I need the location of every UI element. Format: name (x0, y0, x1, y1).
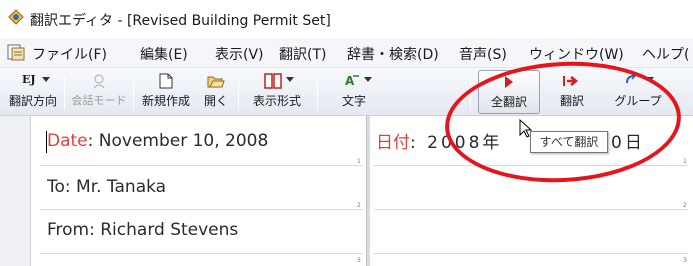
chevron-down-icon (286, 77, 294, 82)
text-format-icon: A (345, 74, 359, 88)
segment-number: 1 (683, 158, 687, 165)
group-button[interactable]: グループ (602, 70, 674, 114)
source-line[interactable]: To: Mr. Tanaka (47, 177, 166, 197)
display-format-icon (264, 73, 282, 89)
menu-help[interactable]: ヘルプ( (642, 44, 689, 64)
new-document-icon (159, 73, 173, 89)
toolbar-separator (133, 76, 134, 110)
document-menu-icon[interactable] (7, 44, 25, 61)
new-document-label: 新規作成 (141, 94, 190, 108)
display-format-label: 表示形式 (252, 94, 301, 108)
segment-separator (40, 209, 363, 210)
segment-number: 3 (683, 257, 687, 264)
menu-edit[interactable]: 編集(E) (140, 44, 188, 64)
menu-speech[interactable]: 音声(S) (459, 44, 507, 64)
toolbar-separator (470, 76, 471, 110)
source-line[interactable]: From: Richard Stevens (47, 220, 238, 240)
segment-separator (40, 165, 363, 166)
segment-number: 1 (357, 158, 361, 165)
segment-separator (374, 253, 688, 254)
translation-direction-button[interactable]: EJ 翻訳方向 (4, 70, 62, 114)
translate-all-button[interactable]: 全翻訳 (478, 70, 540, 114)
conversation-mode-icon (93, 74, 105, 89)
title-bar: 翻訳エディタ - [Revised Building Permit Set] (0, 0, 693, 38)
text-button[interactable]: A 文字 (322, 70, 386, 114)
target-line-tail: 0日 (611, 133, 645, 153)
translate-arrow-icon (563, 76, 579, 86)
editor-gutter (0, 116, 31, 266)
conversation-mode-label: 会話モード (71, 94, 127, 107)
chevron-down-icon (646, 77, 654, 82)
menu-window[interactable]: ウィンドウ(W) (529, 44, 624, 64)
conversation-mode-button[interactable]: 会話モード (68, 70, 130, 114)
translation-direction-label: 翻訳方向 (8, 94, 57, 108)
translate-button[interactable]: 翻訳 (546, 70, 598, 114)
target-line-text: : 2008年 (410, 133, 503, 153)
toolbar-separator (317, 76, 318, 110)
mouse-pointer-icon (519, 119, 533, 138)
direction-ej-icon: EJ (22, 73, 36, 86)
new-document-button[interactable]: 新規作成 (137, 70, 195, 114)
source-line-text: From: Richard Stevens (47, 220, 239, 240)
group-link-icon (626, 73, 637, 84)
source-line-text: To: Mr. Tanaka (47, 177, 167, 197)
window-title: 翻訳エディタ - [Revised Building Permit Set] (30, 13, 331, 29)
target-highlight-label: 日付 (376, 133, 410, 153)
chevron-down-icon (364, 77, 372, 82)
menu-file[interactable]: ファイル(F) (32, 44, 107, 64)
group-label: グループ (614, 94, 662, 108)
source-highlight-label: Date (47, 131, 88, 151)
display-format-button[interactable]: 表示形式 (242, 70, 312, 114)
menu-translate[interactable]: 翻訳(T) (279, 44, 326, 64)
segment-separator (40, 253, 363, 254)
segment-separator (374, 209, 688, 210)
segment-number: 3 (357, 257, 361, 264)
app-logo-icon (8, 9, 24, 25)
open-folder-icon (207, 76, 225, 88)
play-arrow-icon (505, 76, 513, 88)
menu-dictionary-search[interactable]: 辞書・検索(D) (347, 44, 439, 64)
target-line[interactable]: 日付: 2008年 (376, 128, 502, 153)
toolbar-separator (64, 76, 65, 110)
open-button[interactable]: 開く (196, 70, 236, 114)
source-line-text: : November 10, 2008 (87, 131, 269, 151)
source-line[interactable]: Date: November 10, 2008 (47, 131, 268, 151)
segment-number: 2 (357, 202, 361, 209)
segment-number: 2 (683, 202, 687, 209)
chevron-down-icon (42, 77, 50, 82)
open-label: 開く (203, 94, 228, 108)
menu-view[interactable]: 表示(V) (215, 44, 264, 64)
segment-separator (374, 165, 688, 166)
tooltip: すべて翻訳 (530, 131, 608, 153)
translate-label: 翻訳 (559, 94, 584, 108)
toolbar-separator (238, 76, 239, 110)
text-label: 文字 (341, 94, 366, 108)
translate-all-label: 全翻訳 (490, 95, 527, 109)
